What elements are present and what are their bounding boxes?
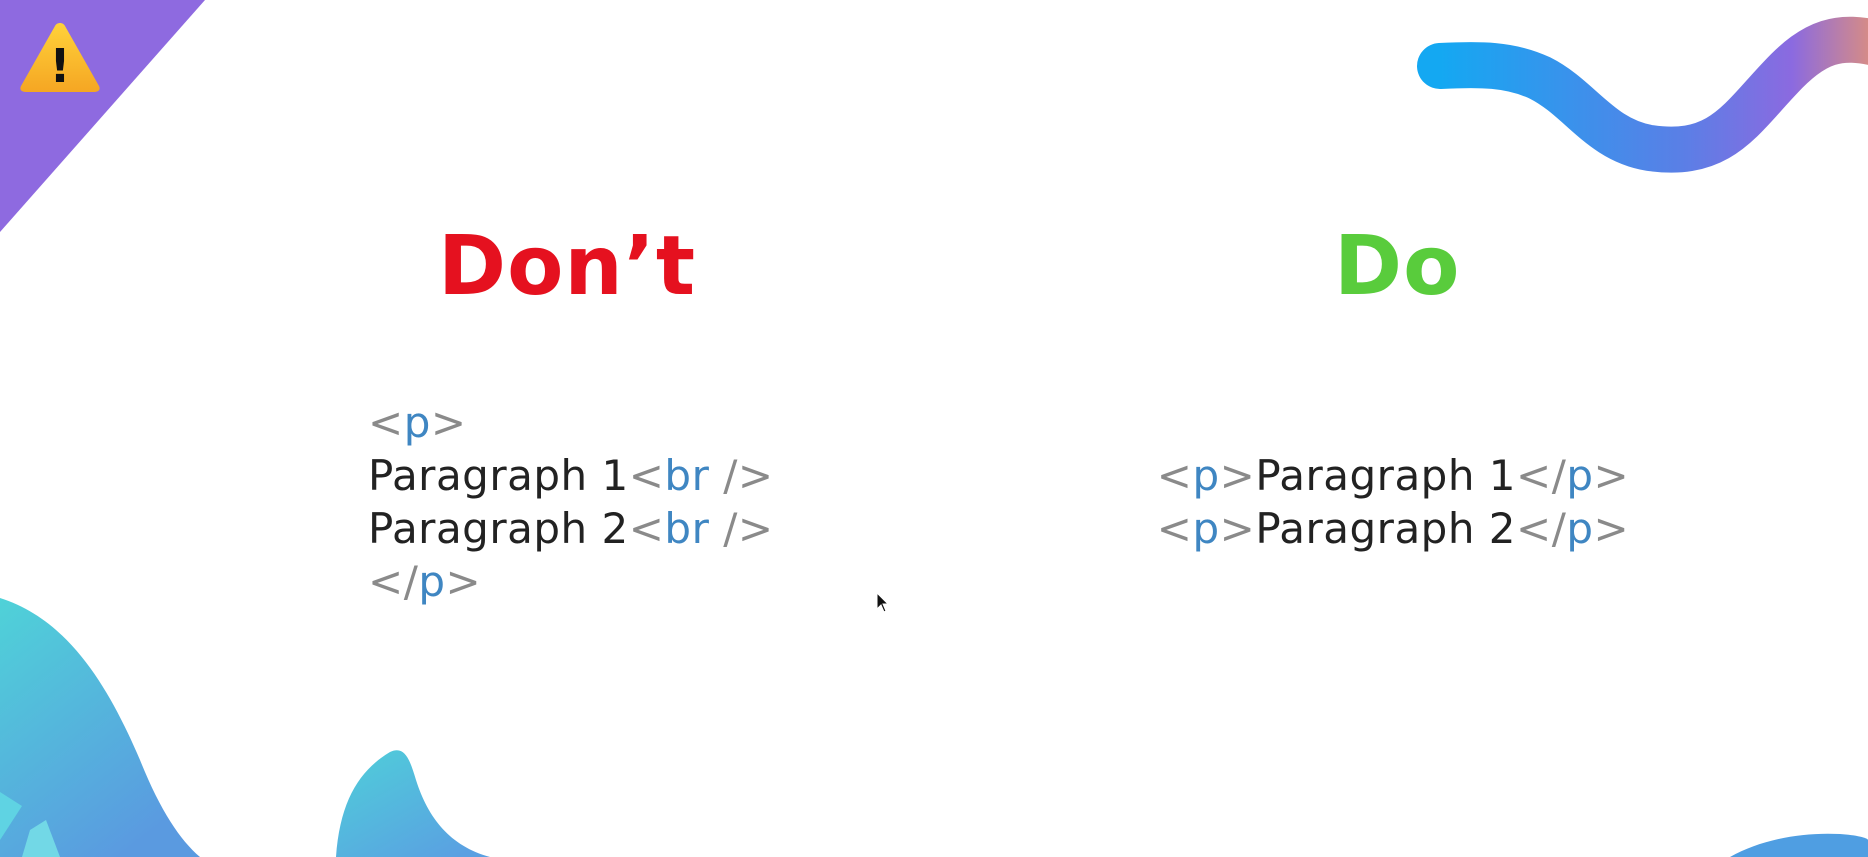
bottom-right-blob xyxy=(1730,833,1868,857)
code-text: Paragraph 1 xyxy=(1255,451,1517,500)
code-punct: /> xyxy=(709,451,774,500)
code-line-open-p: <p> xyxy=(368,396,774,449)
warning-icon: ! xyxy=(20,23,100,93)
code-punct: </ xyxy=(368,557,419,606)
code-punct: </ xyxy=(1516,504,1567,553)
code-line-close-p: </p> xyxy=(368,555,774,608)
code-line-paragraph-1: <p>Paragraph 1</p> xyxy=(1157,449,1630,502)
do-code-block: <p>Paragraph 1</p> <p>Paragraph 2</p> xyxy=(1157,449,1630,555)
code-line-paragraph-2: Paragraph 2<br /> xyxy=(368,502,774,555)
decorative-background xyxy=(0,0,1868,857)
code-punct: < xyxy=(628,451,665,500)
code-punct: > xyxy=(1593,504,1630,553)
mouse-cursor-icon xyxy=(876,592,890,613)
code-line-paragraph-1: Paragraph 1<br /> xyxy=(368,449,774,502)
code-tag: p xyxy=(1566,504,1594,553)
dont-code-block: <p> Paragraph 1<br /> Paragraph 2<br /> … xyxy=(368,396,774,608)
code-punct: > xyxy=(430,398,467,447)
code-punct: < xyxy=(1156,451,1193,500)
code-punct: < xyxy=(368,398,404,447)
top-wave-stroke xyxy=(1417,16,1868,173)
code-punct: > xyxy=(1219,451,1256,500)
do-heading: Do xyxy=(1334,219,1461,314)
code-tag: p xyxy=(1192,504,1220,553)
code-punct: > xyxy=(445,557,482,606)
code-punct: /> xyxy=(709,504,774,553)
code-punct: > xyxy=(1593,451,1630,500)
code-tag: p xyxy=(1566,451,1594,500)
code-punct: < xyxy=(1156,504,1193,553)
code-text: Paragraph 1 xyxy=(368,451,629,500)
warning-glyph: ! xyxy=(50,39,71,93)
code-tag: p xyxy=(1192,451,1220,500)
code-line-paragraph-2: <p>Paragraph 2</p> xyxy=(1157,502,1630,555)
code-text: Paragraph 2 xyxy=(1255,504,1517,553)
code-tag: br xyxy=(664,504,710,553)
code-punct: > xyxy=(1219,504,1256,553)
bottom-center-blob xyxy=(336,750,490,857)
bottom-left-blob xyxy=(0,598,200,857)
code-tag: p xyxy=(418,557,446,606)
code-punct: </ xyxy=(1516,451,1567,500)
code-text: Paragraph 2 xyxy=(368,504,629,553)
dont-heading: Don’t xyxy=(438,219,697,314)
code-punct: < xyxy=(628,504,665,553)
code-tag: br xyxy=(664,451,710,500)
code-tag: p xyxy=(403,398,431,447)
